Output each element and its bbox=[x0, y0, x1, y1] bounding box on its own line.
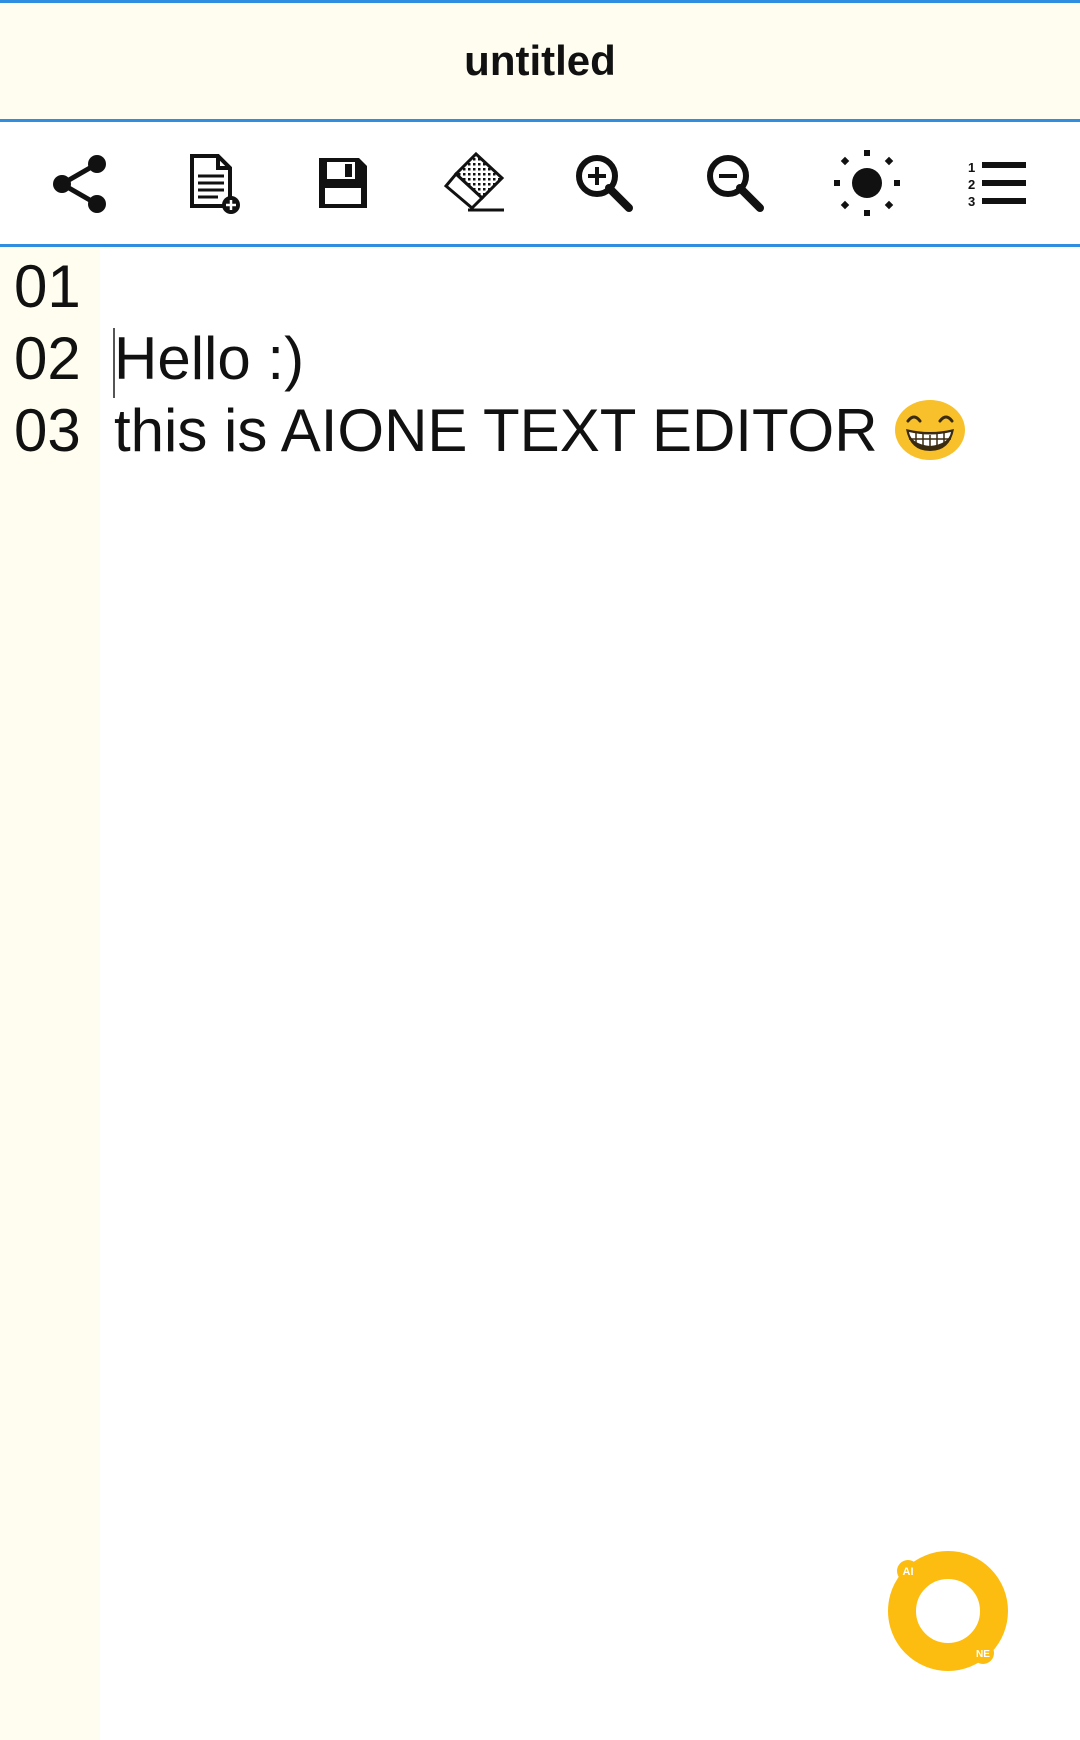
line-text-container[interactable]: this is AIONE TEXT EDITOR bbox=[114, 395, 966, 467]
save-button[interactable] bbox=[304, 145, 380, 221]
aione-menu-button[interactable]: AI NE bbox=[888, 1551, 1008, 1671]
new-file-button[interactable] bbox=[175, 145, 251, 221]
line-numbers-button[interactable]: 1 2 3 bbox=[959, 145, 1035, 221]
line-text[interactable]: Hello :) bbox=[114, 323, 304, 395]
share-icon bbox=[53, 155, 106, 213]
svg-text:3: 3 bbox=[968, 194, 975, 209]
zoom-in-button[interactable] bbox=[566, 145, 642, 221]
aione-logo-icon: AI NE bbox=[888, 1551, 1008, 1671]
save-icon bbox=[319, 158, 367, 208]
line-number: 02 bbox=[14, 325, 81, 392]
new-file-icon bbox=[190, 154, 240, 214]
zoom-out-icon bbox=[707, 155, 764, 212]
zoom-in-icon bbox=[576, 155, 633, 212]
text-editor[interactable]: 01 02 Hello :) 03 this is AIONE TEXT EDI… bbox=[0, 247, 1080, 1740]
fab-badge-bottom: NE bbox=[976, 1649, 990, 1660]
title-bar: untitled bbox=[0, 3, 1080, 119]
svg-text:1: 1 bbox=[968, 160, 975, 175]
eraser-icon bbox=[443, 151, 505, 212]
line-number-gutter bbox=[0, 247, 100, 1740]
brightness-icon bbox=[834, 150, 900, 216]
editor-line[interactable]: 02 Hello :) bbox=[0, 323, 1080, 395]
editor-line[interactable]: 03 this is AIONE TEXT EDITOR bbox=[0, 395, 1080, 467]
clear-button[interactable] bbox=[435, 145, 511, 221]
svg-text:2: 2 bbox=[968, 177, 975, 192]
toolbar: 1 2 3 bbox=[0, 122, 1080, 244]
grinning-face-emoji-icon bbox=[894, 400, 965, 461]
text-cursor bbox=[113, 328, 115, 398]
numbered-list-icon: 1 2 3 bbox=[968, 160, 1026, 209]
line-number: 03 bbox=[14, 397, 81, 464]
line-number: 01 bbox=[14, 253, 81, 320]
zoom-out-button[interactable] bbox=[697, 145, 773, 221]
document-title: untitled bbox=[464, 37, 616, 84]
theme-button[interactable] bbox=[829, 145, 905, 221]
share-button[interactable] bbox=[43, 145, 119, 221]
editor-line[interactable]: 01 bbox=[0, 251, 1080, 323]
fab-badge-top: AI bbox=[903, 1566, 914, 1578]
line-text[interactable]: this is AIONE TEXT EDITOR bbox=[114, 397, 878, 464]
